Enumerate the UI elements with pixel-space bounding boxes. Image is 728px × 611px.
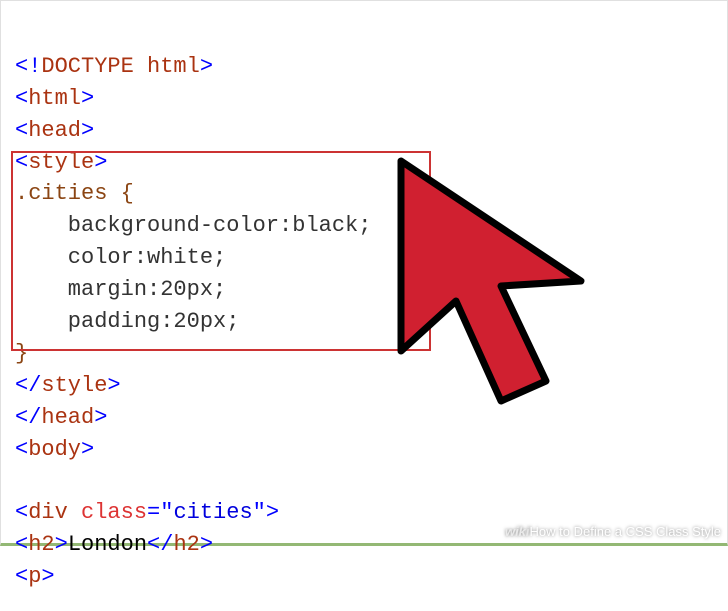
watermark: wikiHow to Define a CSS Class Style <box>505 524 721 539</box>
doctype-open: <! <box>15 54 41 79</box>
head-end-open: </ <box>15 405 41 430</box>
class-attr: class <box>81 500 147 525</box>
style-end-tag: style <box>41 373 107 398</box>
p-open-bracket: < <box>15 564 28 589</box>
css-line-margin: margin:20px; <box>15 277 226 302</box>
doctype-keyword: DOCTYPE <box>41 54 133 79</box>
class-value: cities <box>173 500 252 525</box>
body-tag: body <box>28 437 81 462</box>
p-tag: p <box>28 564 41 589</box>
h2-tag: h2 <box>28 532 54 557</box>
css-selector: .cities { <box>15 181 134 206</box>
html-open-bracket: < <box>15 86 28 111</box>
doctype-close: > <box>200 54 213 79</box>
quote-close: " <box>253 500 266 525</box>
h2-open-bracket: < <box>15 532 28 557</box>
css-line-bg: background-color:black; <box>15 213 371 238</box>
h2-end-open: </ <box>147 532 173 557</box>
style-close-bracket: > <box>94 150 107 175</box>
div-tag: div <box>28 500 68 525</box>
style-end-close: > <box>107 373 120 398</box>
body-open-bracket: < <box>15 437 28 462</box>
html-close-bracket: > <box>81 86 94 111</box>
css-line-padding: padding:20px; <box>15 309 239 334</box>
div-open-bracket: < <box>15 500 28 525</box>
style-open-bracket: < <box>15 150 28 175</box>
doctype-html: html <box>134 54 200 79</box>
code-block: <!DOCTYPE html> <html> <head> <style> .c… <box>1 1 727 611</box>
head-end-close: > <box>94 405 107 430</box>
h2-end-tag: h2 <box>173 532 199 557</box>
head-end-tag: head <box>41 405 94 430</box>
h2-text: London <box>68 532 147 557</box>
h2-end-close: > <box>200 532 213 557</box>
css-line-color: color:white; <box>15 245 226 270</box>
space <box>68 500 81 525</box>
body-close-bracket: > <box>81 437 94 462</box>
style-tag: style <box>28 150 94 175</box>
div-close-bracket: > <box>266 500 279 525</box>
p-close-bracket: > <box>41 564 54 589</box>
watermark-wiki: wiki <box>505 524 530 539</box>
head-close-bracket: > <box>81 118 94 143</box>
css-close-brace: } <box>15 341 28 366</box>
style-end-open: </ <box>15 373 41 398</box>
head-tag: head <box>28 118 81 143</box>
head-open-bracket: < <box>15 118 28 143</box>
h2-close-bracket: > <box>55 532 68 557</box>
eq-quote: =" <box>147 500 173 525</box>
html-tag: html <box>28 86 81 111</box>
watermark-title: How to Define a CSS Class Style <box>530 524 721 539</box>
